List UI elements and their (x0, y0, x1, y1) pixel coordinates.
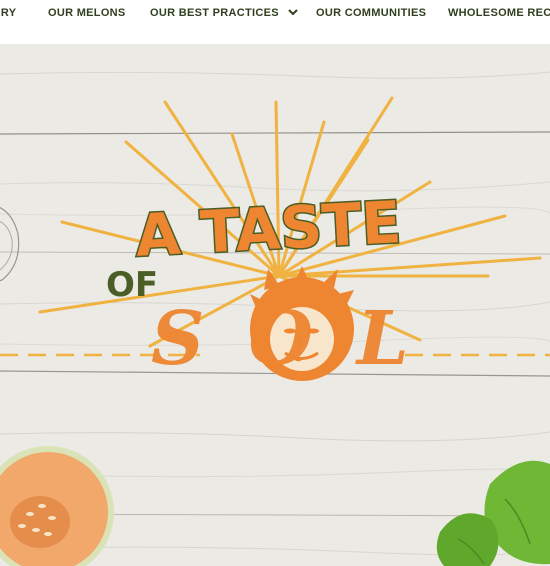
top-navigation: ORY OUR MELONS OUR BEST PRACTICES OUR CO… (0, 0, 550, 44)
hero-artwork: A TASTE OF SOL (0, 44, 550, 566)
chevron-down-icon (288, 8, 298, 16)
nav-our-melons[interactable]: OUR MELONS (48, 7, 126, 19)
logo-line-1: A TASTE (134, 188, 403, 270)
nav-our-best-practices[interactable]: OUR BEST PRACTICES (150, 7, 298, 19)
nav-our-communities[interactable]: OUR COMMUNITIES (316, 7, 426, 19)
nav-our-best-practices-label: OUR BEST PRACTICES (150, 7, 279, 19)
nav-wholesome-recipes[interactable]: WHOLESOME RECIPES (448, 7, 550, 19)
logo-line-3: SOL (151, 296, 453, 382)
nav-our-story[interactable]: ORY (0, 7, 16, 19)
hero-banner: A TASTE OF SOL (0, 44, 550, 566)
